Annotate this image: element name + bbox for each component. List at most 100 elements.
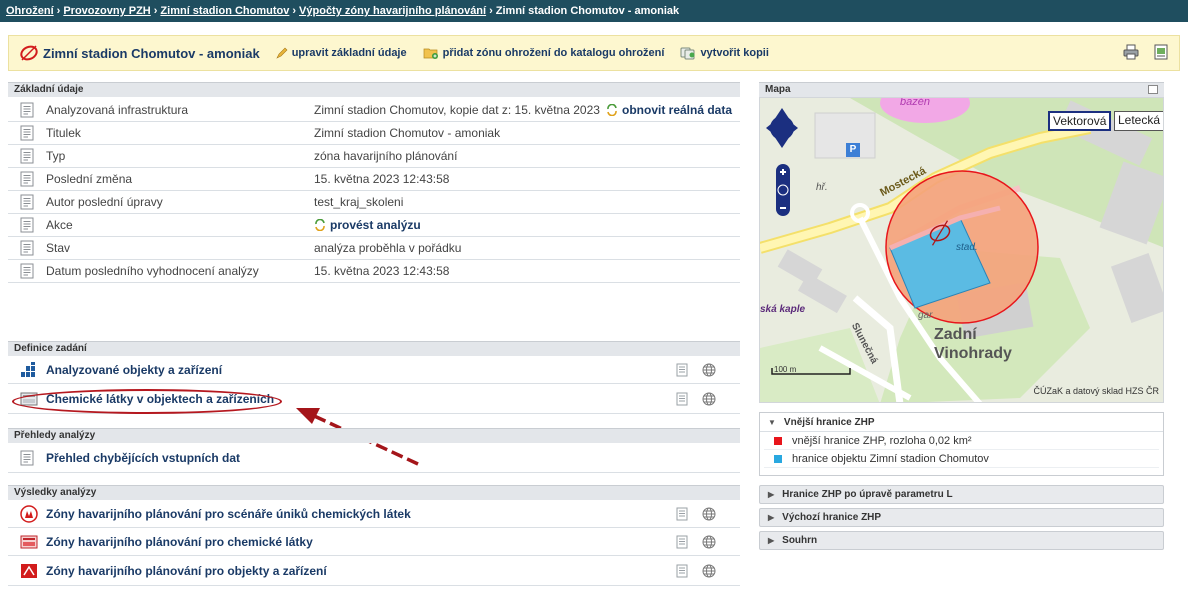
row-value: 15. května 2023 12:43:58 [314,172,450,186]
row-actions [676,535,716,549]
refresh-icon [606,103,618,116]
zoom-control-icon[interactable] [776,164,790,216]
list-item: Zóny havarijního plánování pro objekty a… [8,556,740,586]
map-label-district: Vinohrady [934,345,1012,362]
triangle-right-icon: ▶ [768,536,775,545]
legend-swatch-blue [774,454,782,463]
map-label-chapel: ská kaple [760,304,806,315]
copy-icon [680,46,696,60]
table-row: Datum posledního vyhodnocení analýzy 15.… [8,260,740,283]
breadcrumb-separator: › [56,5,61,17]
document-icon[interactable] [676,363,688,377]
create-copy-button[interactable]: vytvořit kopii [680,46,769,60]
row-label: Akce [20,217,73,233]
chemical-substances-label: Chemické látky v objektech a zařízeních [46,391,275,406]
pan-control-icon[interactable] [766,106,798,160]
results-header: Výsledky analýzy [8,485,740,500]
row-label-text: Autor poslední úpravy [46,195,163,209]
map-label-district: Zadní [934,326,977,343]
map-scale-label: 100 m [774,365,797,374]
analyzed-objects-label: Analyzované objekty a zařízení [46,363,223,377]
panel-label: Výchozí hranice ZHP [782,512,882,523]
globe-icon[interactable] [702,507,716,521]
print-icon[interactable] [1123,44,1139,63]
run-analysis-button[interactable]: provést analýzu [314,218,421,232]
create-copy-label: vytvořit kopii [700,47,769,59]
list-item: Zóny havarijního plánování pro chemické … [8,528,740,556]
map-credit: ČÚZaK a datový sklad HZS ČR [1033,386,1159,396]
object-zones-link[interactable]: Zóny havarijního plánování pro objekty a… [20,563,327,579]
row-value: test_kraj_skoleni [314,195,404,209]
objects-icon [21,362,35,377]
globe-icon[interactable] [702,363,716,377]
legend-header[interactable]: ▼ Vnější hranice ZHP [760,413,1163,432]
legend-item: hranice objektu Zimní stadion Chomutov [764,450,1159,468]
globe-icon[interactable] [702,535,716,549]
panel-adjusted-boundary[interactable]: ▶ Hranice ZHP po úpravě parametru L [759,485,1164,504]
object-zones-label: Zóny havarijního plánování pro objekty a… [46,563,327,578]
document-icon[interactable] [676,564,688,578]
row-value: Zimní stadion Chomutov, kopie dat z: 15.… [314,102,600,117]
map-label-stadium: stad. [956,242,978,253]
document-icon [20,263,34,279]
row-label-text: Typ [46,149,66,163]
row-actions [676,507,716,521]
panel-summary[interactable]: ▶ Souhrn [759,531,1164,550]
map-header-label: Mapa [765,84,791,95]
document-icon [20,240,34,256]
chemical-zone-icon [20,535,38,548]
chemical-zones-link[interactable]: Zóny havarijního plánování pro chemické … [20,534,313,550]
legend-item-label: vnější hranice ZHP, rozloha 0,02 km² [792,434,972,447]
row-actions [676,363,716,377]
breadcrumb-current: Zimní stadion Chomutov - amoniak [495,5,680,17]
list-item: Zóny havarijního plánování pro scénáře ú… [8,501,740,528]
breadcrumb-separator: › [153,5,158,17]
chemical-substances-link[interactable]: Chemické látky v objektech a zařízeních [20,391,274,407]
row-label-text: Datum posledního vyhodnocení analýzy [46,264,259,278]
refresh-icon [314,219,326,231]
document-icon[interactable] [676,392,688,406]
map-view[interactable]: bazén Mostecká hř. P stad. gar. Zadní Vi… [759,97,1164,403]
document-icon [20,102,34,117]
breadcrumb-item-stadion[interactable]: Zimní stadion Chomutov [160,5,289,17]
document-icon[interactable] [676,535,688,549]
scenario-zones-label: Zóny havarijního plánování pro scénáře ú… [46,507,411,521]
edit-basic-data-button[interactable]: upravit základní údaje [276,47,407,59]
breadcrumb-item-ohrozeni[interactable]: Ohrožení [6,5,54,17]
triangle-right-icon: ▶ [768,490,775,499]
breadcrumb-item-provozovny[interactable]: Provozovny PZH [63,5,150,17]
list-item: Analyzované objekty a zařízení [8,357,740,384]
map-label-garage: gar. [918,310,935,321]
document-icon[interactable] [676,507,688,521]
globe-icon[interactable] [702,392,716,406]
maximize-icon[interactable] [1148,85,1158,94]
breadcrumb-separator: › [489,5,493,17]
layer-vector-button[interactable]: Vektorová [1048,111,1112,131]
refresh-real-data-button[interactable]: obnovit reálná data [606,103,732,117]
chemical-icon [20,392,38,405]
row-actions [676,564,716,578]
layer-aerial-button[interactable]: Letecká [1114,111,1163,131]
row-label-text: Titulek [46,126,81,140]
missing-input-data-link[interactable]: Přehled chybějících vstupních dat [20,450,240,466]
table-row: Poslední změna 15. května 2023 12:43:58 [8,168,740,191]
map-label-pool: bazén [900,97,930,108]
analyzed-objects-link[interactable]: Analyzované objekty a zařízení [20,362,222,378]
missing-input-data-label: Přehled chybějících vstupních dat [46,451,241,465]
row-actions [676,392,716,406]
document-icon [20,450,34,466]
table-row: Titulek Zimní stadion Chomutov - amoniak [8,122,740,145]
scenario-zones-link[interactable]: Zóny havarijního plánování pro scénáře ú… [20,505,411,523]
panel-default-boundary[interactable]: ▶ Výchozí hranice ZHP [759,508,1164,527]
export-icon[interactable] [1153,44,1169,63]
add-zone-to-catalog-button[interactable]: přidat zónu ohrožení do katalogu ohrožen… [423,46,664,60]
row-label-text: Poslední změna [46,172,133,186]
hazard-zone-icon [19,44,39,62]
toolbar: Zimní stadion Chomutov - amoniak upravit… [8,35,1180,71]
scenario-icon [20,505,38,523]
edit-basic-data-label: upravit základní údaje [291,47,407,59]
globe-icon[interactable] [702,564,716,578]
row-label: Titulek [20,125,81,141]
breadcrumb-item-vypocty[interactable]: Výpočty zóny havarijního plánování [299,5,486,17]
run-analysis-label: provést analýzu [330,218,421,232]
